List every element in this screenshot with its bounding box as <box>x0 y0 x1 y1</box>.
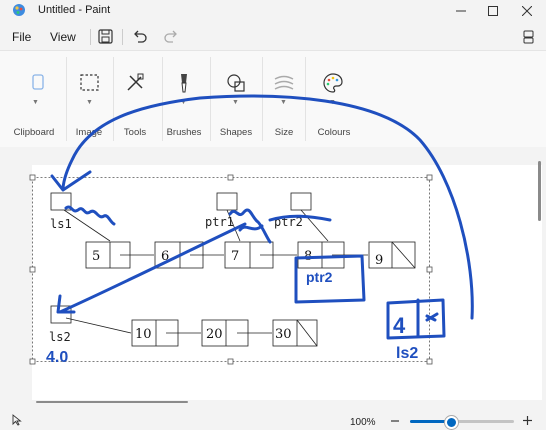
handwriting-ls2: ls2 <box>396 345 418 362</box>
node-value: 9 <box>375 253 383 268</box>
zoom-slider-fill <box>410 420 450 423</box>
handwriting-four-point-zero: 4.0 <box>46 349 68 366</box>
pointer-box-ptr1 <box>216 192 238 211</box>
node-value: 7 <box>231 249 239 264</box>
pen-annotations <box>50 94 474 340</box>
zoom-out-icon[interactable] <box>390 416 400 426</box>
drawing-content: 5 6 7 8 9 10 20 30 ls1 ptr1 ptr2 ls2 ptr… <box>29 94 474 366</box>
node-value: 20 <box>206 327 223 342</box>
node-value: 30 <box>275 327 292 342</box>
label-ls2: ls2 <box>49 330 71 344</box>
cursor-icon <box>12 414 22 426</box>
handwriting-ptr2: ptr2 <box>306 269 333 285</box>
horizontal-scrollbar[interactable] <box>36 401 188 403</box>
zoom-slider-thumb[interactable] <box>445 416 458 429</box>
node-value: 5 <box>92 249 100 264</box>
status-bar: 100% <box>0 400 546 430</box>
handwriting-four: 4 <box>393 313 406 338</box>
zoom-level: 100% <box>350 417 376 428</box>
node-value: 10 <box>135 327 152 342</box>
zoom-in-icon[interactable] <box>522 415 533 426</box>
pointer-box-ptr2 <box>290 192 312 211</box>
zoom-slider[interactable] <box>410 416 514 429</box>
label-ptr1: ptr1 <box>205 215 234 229</box>
label-ls1: ls1 <box>50 217 72 231</box>
